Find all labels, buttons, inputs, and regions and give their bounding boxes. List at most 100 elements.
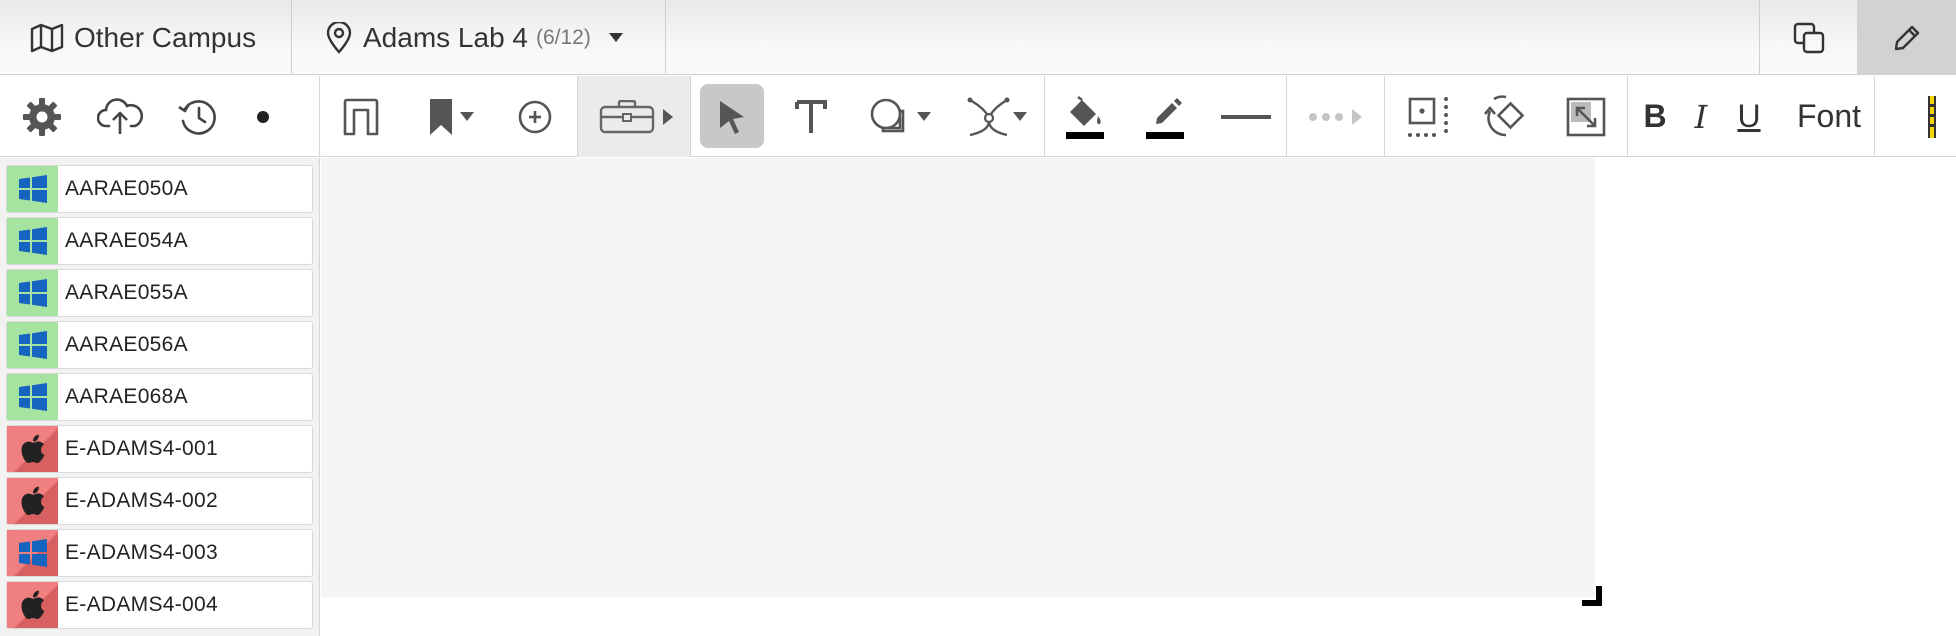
bold-label: B xyxy=(1643,98,1667,134)
apple-icon xyxy=(21,434,44,463)
machine-name: AARAE055A xyxy=(65,281,188,304)
os-status-badge xyxy=(7,582,58,628)
settings-button[interactable] xyxy=(14,76,70,157)
machine-name: AARAE050A xyxy=(65,177,188,200)
list-item[interactable]: AARAE054A xyxy=(6,217,313,265)
color-swatch-button[interactable] xyxy=(1924,76,1940,157)
windows-icon xyxy=(18,383,47,411)
font-button[interactable]: Font xyxy=(1786,76,1872,157)
pencil-icon xyxy=(1894,25,1919,50)
toolbar-divider xyxy=(1874,76,1875,157)
apple-icon xyxy=(21,486,44,515)
map-icon xyxy=(30,23,64,52)
toolbar-divider xyxy=(1627,76,1628,157)
lab-selector[interactable]: Adams Lab 4 (6/12) xyxy=(325,0,633,75)
os-status-badge xyxy=(7,530,58,576)
list-item[interactable]: AARAE055A xyxy=(6,269,313,317)
room-shape-button[interactable] xyxy=(336,76,386,157)
header-divider xyxy=(665,0,666,75)
path-tool-dropdown[interactable] xyxy=(964,76,1030,157)
toolbar-divider xyxy=(1384,76,1385,157)
select-tool[interactable] xyxy=(700,76,764,157)
cloud-upload-icon xyxy=(97,97,143,134)
shape-tool-dropdown[interactable] xyxy=(862,76,938,157)
toolbar-divider xyxy=(1044,76,1045,157)
toolbox-button[interactable] xyxy=(590,76,682,157)
history-button[interactable] xyxy=(170,76,226,157)
duplicate-button[interactable] xyxy=(1760,0,1857,75)
line-style-button[interactable] xyxy=(1218,76,1274,157)
bookmark-icon xyxy=(430,98,452,135)
list-item[interactable]: E-ADAMS4-003 xyxy=(6,529,313,577)
dot-icon xyxy=(257,110,269,123)
edit-mode-button[interactable] xyxy=(1857,0,1956,75)
machine-name: E-ADAMS4-003 xyxy=(65,541,218,564)
bold-button[interactable]: B xyxy=(1640,76,1670,157)
color-swatch-icon xyxy=(1928,95,1936,138)
os-status-badge xyxy=(7,426,58,472)
list-item[interactable]: E-ADAMS4-001 xyxy=(6,425,313,473)
caret-right-icon xyxy=(1352,108,1362,125)
os-status-badge xyxy=(7,218,58,264)
list-item[interactable]: E-ADAMS4-004 xyxy=(6,581,313,629)
toolbar-divider xyxy=(577,76,578,157)
windows-icon xyxy=(18,175,47,203)
fill-color-button[interactable] xyxy=(1060,76,1110,157)
campus-label: Other Campus xyxy=(74,21,257,53)
doorway-icon xyxy=(343,98,379,135)
machine-list: AARAE050A AARAE054A AARAE055A AARAE056A AARA… xyxy=(0,158,320,636)
lab-occupancy-count: (6/12) xyxy=(536,25,591,49)
os-status-badge xyxy=(7,322,58,368)
stroke-color-button[interactable] xyxy=(1140,76,1190,157)
toolbar-divider xyxy=(319,76,320,157)
machine-name: AARAE054A xyxy=(65,229,188,252)
os-status-badge xyxy=(7,166,58,212)
caret-down-icon xyxy=(460,112,474,121)
caret-down-icon xyxy=(1013,112,1027,121)
lab-name: Adams Lab 4 xyxy=(363,21,528,53)
resize-button[interactable] xyxy=(1558,76,1614,157)
toolbar-divider xyxy=(1286,76,1287,157)
cursor-arrow-icon xyxy=(720,100,744,134)
rotate-icon xyxy=(1484,94,1525,136)
canvas-resize-handle[interactable] xyxy=(1582,586,1602,606)
list-item[interactable]: E-ADAMS4-002 xyxy=(6,477,313,525)
history-icon xyxy=(178,99,216,135)
bezier-curve-icon xyxy=(967,97,1010,136)
campus-selector[interactable]: Other Campus xyxy=(30,0,256,75)
list-item[interactable]: AARAE056A xyxy=(6,321,313,369)
machine-name: E-ADAMS4-001 xyxy=(65,437,218,460)
pen-icon xyxy=(1146,97,1184,139)
snap-grid-button[interactable] xyxy=(1400,76,1456,157)
bookmark-dropdown[interactable] xyxy=(420,76,482,157)
add-point-button[interactable] xyxy=(512,76,558,157)
list-item[interactable]: AARAE068A xyxy=(6,373,313,421)
caret-right-icon xyxy=(663,108,673,125)
windows-icon xyxy=(18,227,47,255)
caret-down-icon xyxy=(608,33,623,42)
machine-name: AARAE068A xyxy=(65,385,188,408)
line-weight-icon xyxy=(1221,114,1271,119)
text-tool[interactable] xyxy=(786,76,836,157)
ellipsis-icon xyxy=(1309,112,1343,121)
machine-name: E-ADAMS4-004 xyxy=(65,593,218,616)
upload-button[interactable] xyxy=(90,76,150,157)
location-pin-icon xyxy=(326,21,352,54)
list-item[interactable]: AARAE050A xyxy=(6,165,313,213)
italic-button[interactable]: I xyxy=(1686,76,1716,157)
paint-bucket-icon xyxy=(1066,95,1104,139)
header-bar: Other Campus Adams Lab 4 (6/12) xyxy=(0,0,1956,75)
editor-toolbar: B I U Font xyxy=(0,76,1956,157)
italic-label: I xyxy=(1694,97,1708,136)
more-options-button xyxy=(1298,76,1372,157)
os-status-badge xyxy=(7,270,58,316)
floorplan-canvas[interactable] xyxy=(321,158,1595,597)
status-indicator xyxy=(248,76,278,157)
rotate-button[interactable] xyxy=(1478,76,1534,157)
underline-button[interactable]: U xyxy=(1732,76,1766,157)
os-status-badge xyxy=(7,478,58,524)
plus-circle-icon xyxy=(518,100,552,133)
snap-grid-icon xyxy=(1408,96,1448,137)
toolbar-divider xyxy=(690,76,691,157)
machine-name: E-ADAMS4-002 xyxy=(65,489,218,512)
